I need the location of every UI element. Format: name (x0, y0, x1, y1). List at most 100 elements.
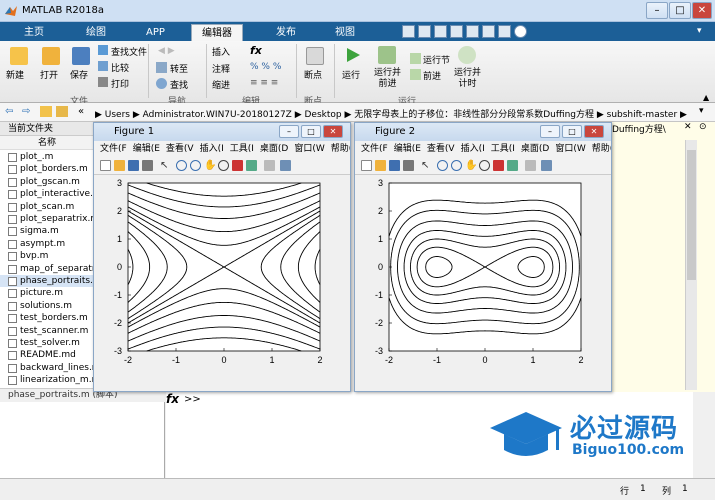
menu-desktop[interactable]: 桌面(D (260, 144, 288, 154)
menu-desktop[interactable]: 桌面(D (521, 144, 549, 154)
editor-scrollbar[interactable] (685, 140, 697, 390)
goto-button[interactable]: 转至 (170, 62, 188, 75)
maximize-button[interactable]: □ (669, 2, 691, 19)
data-cursor-icon[interactable] (493, 160, 504, 171)
insert-button[interactable]: 插入 (212, 45, 230, 58)
advance-button[interactable]: 前进 (423, 69, 441, 82)
path-dropdown-icon[interactable]: ▾ (699, 106, 704, 116)
figure1-maximize[interactable]: □ (301, 125, 321, 138)
open-button[interactable]: 打开 (40, 68, 58, 81)
copy-quick-icon[interactable] (434, 25, 447, 38)
menu-tools[interactable]: 工具(I (491, 144, 515, 154)
figure1-window[interactable]: Figure 1 – □ ✕ 文件(F 编辑(E 查看(V 插入(I 工具(I 桌面(D 窗… (93, 122, 351, 392)
tab-view[interactable]: 视图 (325, 24, 365, 41)
run-section-button[interactable]: 运行节 (423, 53, 450, 66)
data-cursor-icon[interactable] (232, 160, 243, 171)
menu-view[interactable]: 查看(V (427, 144, 455, 154)
help-quick-icon[interactable] (514, 25, 527, 38)
tab-publish[interactable]: 发布 (266, 24, 306, 41)
menu-window[interactable]: 窗口(W (294, 144, 324, 154)
phase-portrait-1[interactable]: -2 -1 0 1 23210-1-2-3 (94, 175, 350, 391)
menu-insert[interactable]: 插入(I (461, 144, 485, 154)
close-button[interactable]: ✕ (692, 2, 712, 19)
collapse-ribbon-icon[interactable]: ▲ (703, 93, 709, 102)
figure2-plot-area[interactable]: -2 -1 0 1 2 3 2 1 0 -1 -2 -3 (355, 175, 611, 391)
save-button[interactable]: 保存 (70, 68, 88, 81)
fx-button[interactable]: fx (250, 44, 262, 57)
minimize-button[interactable]: – (646, 2, 668, 19)
figure1-minimize[interactable]: – (279, 125, 299, 138)
pan-icon[interactable]: ✋ (465, 160, 477, 171)
menu-view[interactable]: 查看(V (166, 144, 194, 154)
link-plot-icon[interactable] (264, 160, 275, 171)
back-arrow-icon[interactable]: ⇦ (5, 106, 13, 117)
menu-tools[interactable]: 工具(I (230, 144, 254, 154)
cut-quick-icon[interactable] (418, 25, 431, 38)
zoom-out-icon[interactable] (451, 160, 462, 171)
find-button[interactable]: 查找 (170, 78, 188, 91)
tab-apps[interactable]: APP (136, 24, 175, 41)
figure2-minimize[interactable]: – (540, 125, 560, 138)
save-figure-icon[interactable] (389, 160, 400, 171)
switch-window-icon[interactable] (498, 25, 511, 38)
insert-colorbar-icon[interactable] (541, 160, 552, 171)
rotate-icon[interactable] (479, 160, 490, 171)
tab-plots[interactable]: 绘图 (76, 24, 116, 41)
menu-help[interactable]: 帮助(H (331, 144, 350, 154)
new-button[interactable]: 新建 (6, 68, 24, 81)
redo-quick-icon[interactable] (482, 25, 495, 38)
tab-editor[interactable]: 编辑器 (191, 24, 243, 41)
open-file-icon[interactable] (114, 160, 125, 171)
pointer-icon[interactable]: ↖ (160, 160, 171, 171)
menu-file[interactable]: 文件(F (100, 144, 127, 154)
print-figure-icon[interactable] (142, 160, 153, 171)
indent-button[interactable]: 缩进 (212, 78, 230, 91)
figure1-plot-area[interactable]: -2 -1 0 1 2 3 2 1 0 -1 -2 -3 (94, 175, 350, 391)
forward-arrow-icon[interactable]: ⇨ (22, 106, 30, 117)
editor-close-icon[interactable]: ✕ (684, 122, 692, 132)
breakpoints-button[interactable]: 断点 (304, 68, 322, 81)
rotate-icon[interactable] (218, 160, 229, 171)
undo-quick-icon[interactable] (466, 25, 479, 38)
compare-button[interactable]: 比较 (111, 61, 129, 74)
pointer-icon[interactable]: ↖ (421, 160, 432, 171)
browse-folder-icon[interactable] (56, 106, 68, 117)
editor-tab[interactable]: Duffing方程\ (612, 122, 666, 135)
new-figure-icon[interactable] (100, 160, 111, 171)
figure2-window[interactable]: Figure 2 – □ ✕ 文件(F 编辑(E 查看(V 插入(I 工具(I 桌面(D 窗… (354, 122, 612, 392)
comment-button[interactable]: 注释 (212, 62, 230, 75)
figure2-close[interactable]: ✕ (584, 125, 604, 138)
filter-icon[interactable]: ▾ (697, 26, 709, 38)
indent-icons[interactable]: ≡ ≡ ≡ (250, 78, 284, 88)
pan-icon[interactable]: ✋ (204, 160, 216, 171)
scrollbar-thumb[interactable] (687, 150, 696, 280)
brush-icon[interactable] (507, 160, 518, 171)
paste-quick-icon[interactable] (450, 25, 463, 38)
collapse-path-icon[interactable]: « (78, 106, 84, 117)
print-button[interactable]: 打印 (111, 77, 129, 90)
print-figure-icon[interactable] (403, 160, 414, 171)
menu-edit[interactable]: 编辑(E (133, 144, 160, 154)
editor-menu-icon[interactable]: ⊙ (699, 122, 707, 132)
save-quick-icon[interactable] (402, 25, 415, 38)
tab-home[interactable]: 主页 (14, 24, 54, 41)
run-button[interactable]: 运行 (342, 68, 360, 81)
save-figure-icon[interactable] (128, 160, 139, 171)
editor-area[interactable]: Duffing方程\ ✕ ⊙ (612, 122, 715, 392)
link-plot-icon[interactable] (525, 160, 536, 171)
menu-help[interactable]: 帮助(H (592, 144, 611, 154)
figure1-close[interactable]: ✕ (323, 125, 343, 138)
zoom-in-icon[interactable] (437, 160, 448, 171)
command-prompt[interactable]: >> (184, 394, 201, 405)
insert-colorbar-icon[interactable] (280, 160, 291, 171)
run-time-button[interactable]: 运行并 计时 (454, 68, 481, 90)
zoom-in-icon[interactable] (176, 160, 187, 171)
figure2-maximize[interactable]: □ (562, 125, 582, 138)
open-file-icon[interactable] (375, 160, 386, 171)
menu-file[interactable]: 文件(F (361, 144, 388, 154)
menu-window[interactable]: 窗口(W (555, 144, 585, 154)
run-advance-button[interactable]: 运行并 前进 (374, 68, 401, 90)
zoom-out-icon[interactable] (190, 160, 201, 171)
menu-insert[interactable]: 插入(I (200, 144, 224, 154)
comment-percent-icon[interactable]: % % % (250, 62, 284, 72)
